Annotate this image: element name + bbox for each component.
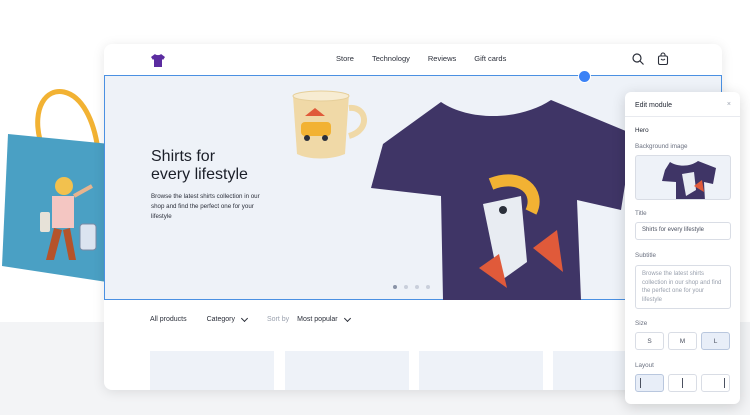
subtitle-textarea[interactable]: Browse the latest shirts collection in o… (635, 265, 731, 309)
product-card[interactable] (150, 351, 274, 390)
edit-module-panel: Edit module × Hero Background image Titl… (625, 92, 740, 404)
section-label: Hero (635, 127, 649, 134)
layout-left-icon (640, 378, 641, 388)
size-s-button[interactable]: S (635, 332, 664, 350)
chevron-down-icon (240, 314, 249, 322)
filter-all-products[interactable]: All products (150, 316, 187, 323)
category-dropdown[interactable]: Category (206, 314, 249, 323)
nav-technology[interactable]: Technology (372, 54, 410, 63)
background-image-label: Background image (635, 143, 688, 150)
filter-all-label: All products (150, 316, 187, 323)
divider (625, 116, 740, 117)
carousel-dot-3[interactable] (415, 285, 419, 289)
nav-gift-cards[interactable]: Gift cards (474, 54, 506, 63)
size-l-button[interactable]: L (701, 332, 730, 350)
close-icon[interactable]: × (727, 101, 731, 108)
carousel-dot-2[interactable] (404, 285, 408, 289)
site-header: Store Technology Reviews Gift cards (104, 44, 722, 75)
carousel-dot-1[interactable] (393, 285, 397, 289)
chevron-down-icon (343, 314, 351, 322)
sort-dropdown[interactable]: Sort by Most popular (266, 314, 351, 323)
shirt-logo-icon[interactable] (150, 52, 166, 68)
nav-reviews[interactable]: Reviews (428, 54, 456, 63)
product-filters: All products Category Sort by Most popula… (150, 314, 370, 323)
hero-subtitle: Browse the latest shirts collection in o… (151, 193, 260, 220)
background-thumbnail-image (662, 161, 716, 199)
hero-title: Shirts for every lifestyle (151, 148, 248, 183)
layout-right-icon (724, 378, 725, 388)
tshirt-image (371, 100, 633, 300)
layout-selector (635, 374, 730, 392)
category-label: Category (206, 316, 235, 323)
layout-center-icon (682, 378, 683, 388)
product-card[interactable] (419, 351, 543, 390)
layout-label: Layout (635, 362, 654, 369)
cart-icon[interactable] (656, 52, 670, 66)
layout-right-button[interactable] (701, 374, 730, 392)
title-input[interactable]: Shirts for every lifestyle (635, 222, 731, 240)
size-label: Size (635, 320, 648, 327)
title-label: Title (635, 210, 647, 217)
layout-center-button[interactable] (668, 374, 697, 392)
edit-pin-icon[interactable] (578, 70, 591, 83)
subtitle-label: Subtitle (635, 252, 657, 259)
search-icon[interactable] (631, 52, 645, 66)
mug-image (292, 90, 367, 159)
sort-label: Sort by (266, 316, 290, 323)
product-card[interactable] (285, 351, 409, 390)
main-nav: Store Technology Reviews Gift cards (336, 54, 506, 63)
layout-left-button[interactable] (635, 374, 664, 392)
size-m-button[interactable]: M (668, 332, 697, 350)
background-image-picker[interactable] (635, 155, 731, 200)
sort-value: Most popular (297, 316, 338, 323)
panel-title: Edit module (635, 102, 672, 109)
nav-store[interactable]: Store (336, 54, 354, 63)
carousel-dot-4[interactable] (426, 285, 430, 289)
stage: Store Technology Reviews Gift cards Shir… (0, 0, 750, 415)
size-selector: S M L (635, 332, 730, 350)
carousel-dots (393, 285, 430, 289)
